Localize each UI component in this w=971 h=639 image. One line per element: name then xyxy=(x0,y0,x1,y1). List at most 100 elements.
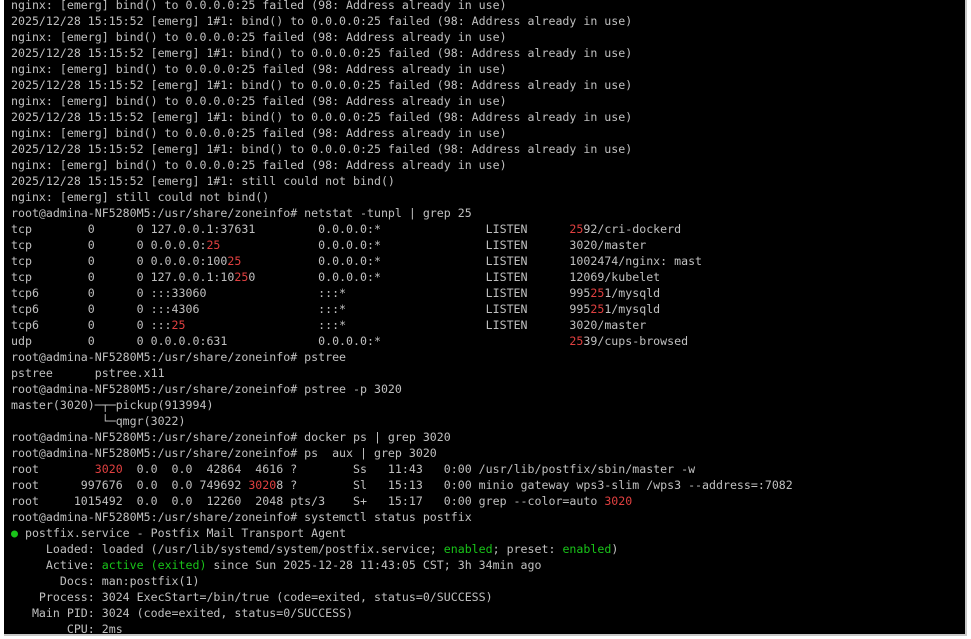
terminal-text: 1/mysqld xyxy=(604,286,661,300)
terminal-text: tcp 0 0 127.0.0.1:10 xyxy=(11,270,235,284)
terminal-line: nginx: [emerg] bind() to 0.0.0.0:25 fail… xyxy=(11,29,793,45)
terminal-text: Loaded: loaded (/usr/lib/systemd/system/… xyxy=(11,542,444,556)
terminal-line: master(3020)─┬─pickup(913994) xyxy=(11,397,793,413)
terminal-highlight: enabled xyxy=(562,542,612,556)
terminal-highlight: 25 xyxy=(569,222,584,236)
terminal-line: 2025/12/28 15:15:52 [emerg] 1#1: bind() … xyxy=(11,45,793,61)
terminal-line: nginx: [emerg] bind() to 0.0.0.0:25 fail… xyxy=(11,61,793,77)
terminal-line: tcp6 0 0 :::4306 :::* LISTEN 995251/mysq… xyxy=(11,301,793,317)
terminal-line: nginx: [emerg] still could not bind() xyxy=(11,189,793,205)
terminal-text: root 1015492 0.0 0.0 12260 2048 pts/3 S+… xyxy=(11,494,605,508)
terminal-text: ) xyxy=(611,542,619,556)
terminal-text: 0.0.0.0:* LISTEN 3020/master xyxy=(220,238,647,252)
terminal-text: nginx: [emerg] bind() to 0.0.0.0:25 fail… xyxy=(11,0,507,12)
terminal-line: tcp6 0 0 :::33060 :::* LISTEN 995251/mys… xyxy=(11,285,793,301)
terminal-highlight: 25 xyxy=(171,318,186,332)
terminal-highlight: enabled xyxy=(443,542,493,556)
terminal-text: nginx: [emerg] bind() to 0.0.0.0:25 fail… xyxy=(11,158,507,172)
terminal-highlight: 3020 xyxy=(604,494,633,508)
terminal-line: tcp 0 0 0.0.0.0:10025 0.0.0.0:* LISTEN 1… xyxy=(11,253,793,269)
terminal-highlight: 25 xyxy=(206,238,221,252)
terminal-highlight: 3020 xyxy=(94,462,123,476)
terminal-text: root@admina-NF5280M5:/usr/share/zoneinfo… xyxy=(11,350,347,364)
terminal-text: tcp6 0 0 ::: xyxy=(11,318,172,332)
terminal-line: 2025/12/28 15:15:52 [emerg] 1#1: bind() … xyxy=(11,141,793,157)
terminal-text: Docs: man:postfix(1) xyxy=(11,574,200,588)
terminal-line: nginx: [emerg] bind() to 0.0.0.0:25 fail… xyxy=(11,0,793,13)
terminal-highlight: active (exited) xyxy=(101,558,207,572)
terminal-text: nginx: [emerg] still could not bind() xyxy=(11,190,270,204)
terminal-text: pstree pstree.x11 xyxy=(11,366,165,380)
terminal-line: tcp 0 0 0.0.0.0:25 0.0.0.0:* LISTEN 3020… xyxy=(11,237,793,253)
terminal-line: tcp6 0 0 :::25 :::* LISTEN 3020/master xyxy=(11,317,793,333)
terminal-text: master(3020)─┬─pickup(913994) xyxy=(11,398,214,412)
terminal-text: udp 0 0 0.0.0.0:631 0.0.0.0:* xyxy=(11,334,570,348)
terminal-output[interactable]: nginx: [emerg] bind() to 0.0.0.0:25 fail… xyxy=(11,0,793,636)
terminal-line: Active: active (exited) since Sun 2025-1… xyxy=(11,557,793,573)
terminal-highlight: 25 xyxy=(569,334,584,348)
terminal-line: ● postfix.service - Postfix Mail Transpo… xyxy=(11,525,793,541)
terminal-text: └─qmgr(3022) xyxy=(11,414,186,428)
terminal-line: Loaded: loaded (/usr/lib/systemd/system/… xyxy=(11,541,793,557)
terminal-window: nginx: [emerg] bind() to 0.0.0.0:25 fail… xyxy=(0,0,971,639)
terminal-text: 2025/12/28 15:15:52 [emerg] 1#1: bind() … xyxy=(11,110,633,124)
terminal-line: tcp 0 0 127.0.0.1:10250 0.0.0.0:* LISTEN… xyxy=(11,269,793,285)
terminal-highlight: 3020 xyxy=(248,478,277,492)
terminal-text: nginx: [emerg] bind() to 0.0.0.0:25 fail… xyxy=(11,94,507,108)
terminal-text: 1/mysqld xyxy=(604,302,661,316)
terminal-text: 92/cri-dockerd xyxy=(583,222,682,236)
terminal-text: 2025/12/28 15:15:52 [emerg] 1#1: bind() … xyxy=(11,14,633,28)
terminal-text: root@admina-NF5280M5:/usr/share/zoneinfo… xyxy=(11,382,402,396)
terminal-line: CPU: 2ms xyxy=(11,621,793,636)
terminal-text: Process: 3024 ExecStart=/bin/true (code=… xyxy=(11,590,493,604)
terminal-text: 0 0.0.0.0:* LISTEN 12069/kubelet xyxy=(248,270,661,284)
terminal-line: 2025/12/28 15:15:52 [emerg] 1#1: still c… xyxy=(11,173,793,189)
terminal-text: 39/cups-browsed xyxy=(583,334,689,348)
terminal-line: udp 0 0 0.0.0.0:631 0.0.0.0:* 2539/cups-… xyxy=(11,333,793,349)
terminal-highlight: 25 xyxy=(590,302,605,316)
terminal-line: root@admina-NF5280M5:/usr/share/zoneinfo… xyxy=(11,381,793,397)
terminal-line: └─qmgr(3022) xyxy=(11,413,793,429)
terminal-text: 0.0 0.0 42864 4616 ? Ss 11:43 0:00 /usr/… xyxy=(122,462,696,476)
terminal-text: root@admina-NF5280M5:/usr/share/zoneinfo… xyxy=(11,430,451,444)
terminal-text: tcp 0 0 0.0.0.0: xyxy=(11,238,207,252)
terminal-text: 2025/12/28 15:15:52 [emerg] 1#1: bind() … xyxy=(11,78,633,92)
terminal-line: pstree pstree.x11 xyxy=(11,365,793,381)
terminal-line: nginx: [emerg] bind() to 0.0.0.0:25 fail… xyxy=(11,157,793,173)
terminal-text: nginx: [emerg] bind() to 0.0.0.0:25 fail… xyxy=(11,30,507,44)
terminal-line: 2025/12/28 15:15:52 [emerg] 1#1: bind() … xyxy=(11,109,793,125)
terminal-text: root 997676 0.0 0.0 749692 xyxy=(11,478,249,492)
terminal-line: root@admina-NF5280M5:/usr/share/zoneinfo… xyxy=(11,205,793,221)
terminal-line: root@admina-NF5280M5:/usr/share/zoneinfo… xyxy=(11,429,793,445)
terminal-text: root@admina-NF5280M5:/usr/share/zoneinfo… xyxy=(11,446,437,460)
terminal-text: 2025/12/28 15:15:52 [emerg] 1#1: still c… xyxy=(11,174,395,188)
terminal-text: 2025/12/28 15:15:52 [emerg] 1#1: bind() … xyxy=(11,142,633,156)
terminal-line: Main PID: 3024 (code=exited, status=0/SU… xyxy=(11,605,793,621)
terminal-text: CPU: 2ms xyxy=(11,622,123,636)
terminal-line: root@admina-NF5280M5:/usr/share/zoneinfo… xyxy=(11,445,793,461)
terminal-text: tcp 0 0 127.0.0.1:37631 0.0.0.0:* LISTEN xyxy=(11,222,570,236)
terminal-pane[interactable]: nginx: [emerg] bind() to 0.0.0.0:25 fail… xyxy=(4,0,967,636)
terminal-text: postfix.service - Postfix Mail Transport… xyxy=(17,526,347,540)
terminal-line: tcp 0 0 127.0.0.1:37631 0.0.0.0:* LISTEN… xyxy=(11,221,793,237)
terminal-line: Docs: man:postfix(1) xyxy=(11,573,793,589)
terminal-line: Process: 3024 ExecStart=/bin/true (code=… xyxy=(11,589,793,605)
terminal-text: :::* LISTEN 3020/master xyxy=(185,318,647,332)
terminal-line: 2025/12/28 15:15:52 [emerg] 1#1: bind() … xyxy=(11,13,793,29)
terminal-text: nginx: [emerg] bind() to 0.0.0.0:25 fail… xyxy=(11,126,507,140)
terminal-text: root@admina-NF5280M5:/usr/share/zoneinfo… xyxy=(11,510,472,524)
terminal-highlight: 25 xyxy=(234,270,249,284)
terminal-text: Active: xyxy=(11,558,102,572)
terminal-line: root 997676 0.0 0.0 749692 30208 ? Sl 15… xyxy=(11,477,793,493)
terminal-line: root 3020 0.0 0.0 42864 4616 ? Ss 11:43 … xyxy=(11,461,793,477)
terminal-highlight: 25 xyxy=(227,254,242,268)
terminal-text: tcp 0 0 0.0.0.0:100 xyxy=(11,254,228,268)
terminal-line: root@admina-NF5280M5:/usr/share/zoneinfo… xyxy=(11,509,793,525)
terminal-text: tcp6 0 0 :::4306 :::* LISTEN 995 xyxy=(11,302,591,316)
terminal-text: nginx: [emerg] bind() to 0.0.0.0:25 fail… xyxy=(11,62,507,76)
terminal-highlight: ● xyxy=(11,526,18,540)
terminal-text: root@admina-NF5280M5:/usr/share/zoneinfo… xyxy=(11,206,472,220)
terminal-text: 2025/12/28 15:15:52 [emerg] 1#1: bind() … xyxy=(11,46,633,60)
terminal-line: nginx: [emerg] bind() to 0.0.0.0:25 fail… xyxy=(11,125,793,141)
terminal-line: root 1015492 0.0 0.0 12260 2048 pts/3 S+… xyxy=(11,493,793,509)
